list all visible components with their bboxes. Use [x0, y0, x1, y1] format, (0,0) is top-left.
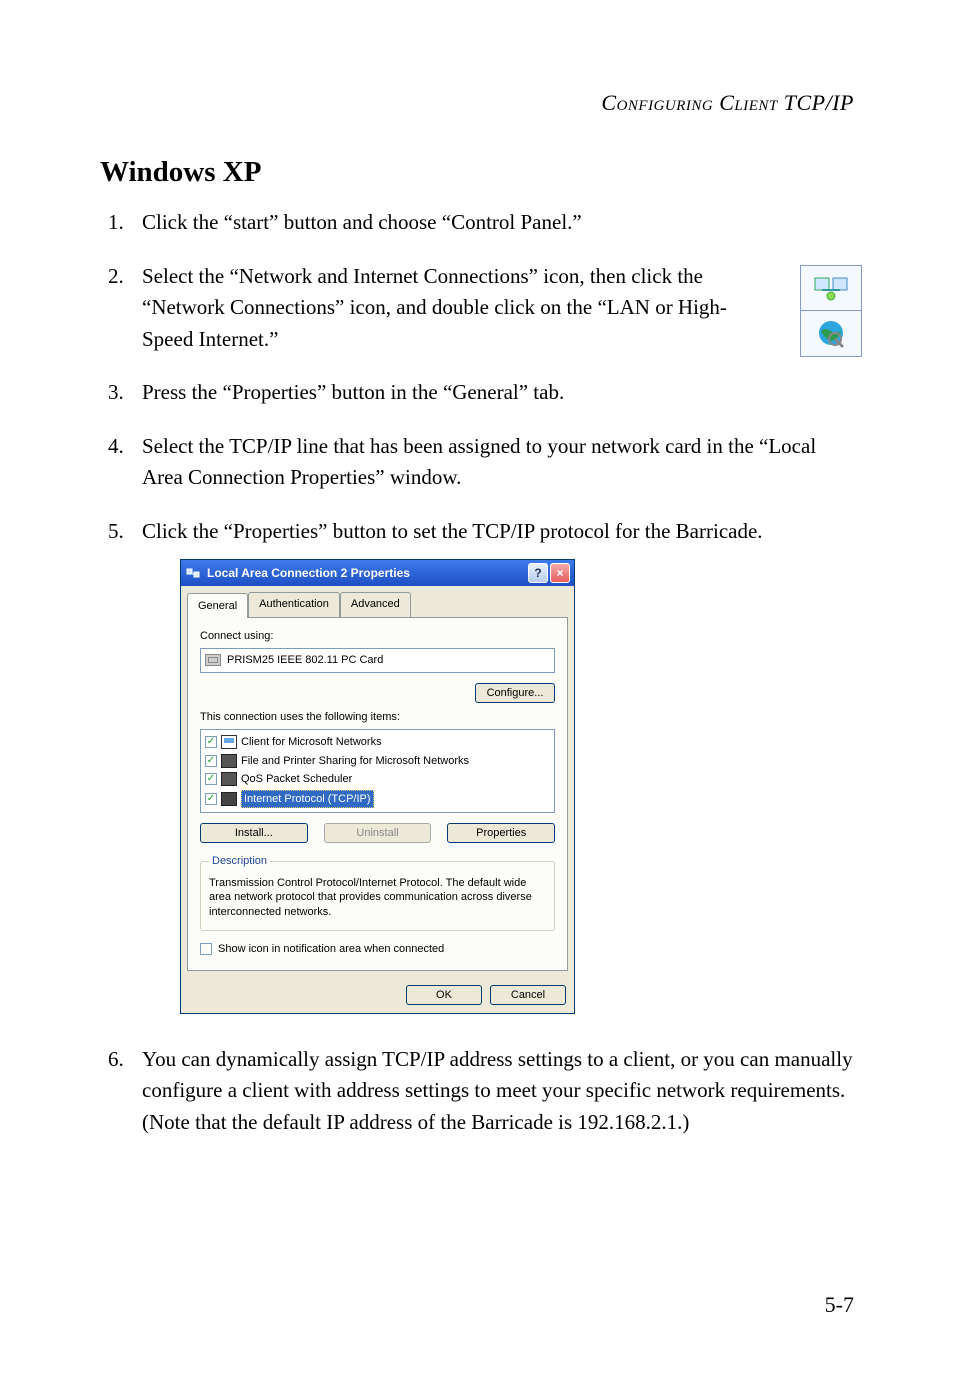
install-button[interactable]: Install...	[200, 823, 308, 843]
tab-general[interactable]: General	[187, 593, 248, 618]
dialog-icon	[185, 565, 201, 581]
service-icon	[221, 735, 237, 749]
adapter-icon	[205, 654, 221, 666]
item-label: Internet Protocol (TCP/IP)	[241, 790, 374, 809]
close-button[interactable]: ×	[550, 563, 570, 583]
cancel-button[interactable]: Cancel	[490, 985, 566, 1005]
step-6-number: 6.	[108, 1044, 124, 1076]
adapter-name: PRISM25 IEEE 802.11 PC Card	[227, 652, 383, 669]
item-label: QoS Packet Scheduler	[241, 771, 352, 788]
service-icon	[221, 792, 237, 806]
step-3-text: Press the “Properties” button in the “Ge…	[142, 380, 564, 404]
list-item[interactable]: ✓ File and Printer Sharing for Microsoft …	[203, 752, 552, 771]
dialog-titlebar: Local Area Connection 2 Properties ? ×	[181, 560, 574, 586]
help-button[interactable]: ?	[528, 563, 548, 583]
step-4-number: 4.	[108, 431, 124, 463]
control-panel-icons	[800, 265, 862, 357]
step-1-number: 1.	[108, 207, 124, 239]
step-5-text: Click the “Properties” button to set the…	[142, 519, 763, 543]
dialog-footer: OK Cancel	[181, 977, 574, 1013]
configure-button[interactable]: Configure...	[475, 683, 555, 703]
lac-properties-dialog: Local Area Connection 2 Properties ? × G…	[180, 559, 575, 1014]
step-3: 3.Press the “Properties” button in the “…	[142, 377, 854, 409]
step-5: 5. Click the “Properties” button to set …	[142, 516, 854, 1014]
item-label: File and Printer Sharing for Microsoft N…	[241, 753, 469, 770]
step-2-number: 2.	[108, 261, 124, 293]
running-header: Configuring Client TCP/IP	[100, 90, 854, 116]
adapter-field: PRISM25 IEEE 802.11 PC Card	[200, 648, 555, 673]
show-icon-label: Show icon in notification area when conn…	[218, 941, 444, 958]
step-6: 6.You can dynamically assign TCP/IP addr…	[142, 1044, 854, 1139]
step-6-text: You can dynamically assign TCP/IP addres…	[142, 1047, 853, 1134]
step-4: 4.Select the TCP/IP line that has been a…	[142, 431, 854, 494]
dialog-title: Local Area Connection 2 Properties	[207, 564, 526, 582]
show-icon-row[interactable]: ✓ Show icon in notification area when co…	[200, 941, 555, 958]
list-item[interactable]: ✓ QoS Packet Scheduler	[203, 770, 552, 789]
step-4-text: Select the TCP/IP line that has been ass…	[142, 434, 816, 490]
checkbox-icon[interactable]: ✓	[205, 736, 217, 748]
step-1: 1.Click the “start” button and choose “C…	[142, 207, 854, 239]
checkbox-icon[interactable]: ✓	[205, 773, 217, 785]
description-group: Description Transmission Control Protoco…	[200, 853, 555, 931]
dialog-tabs: General Authentication Advanced	[181, 586, 574, 617]
step-1-text: Click the “start” button and choose “Con…	[142, 210, 582, 234]
description-text: Transmission Control Protocol/Internet P…	[209, 876, 546, 921]
show-icon-checkbox[interactable]: ✓	[200, 943, 212, 955]
page-number: 5-7	[825, 1292, 854, 1318]
description-legend: Description	[209, 853, 270, 870]
tab-authentication[interactable]: Authentication	[248, 592, 340, 617]
step-3-number: 3.	[108, 377, 124, 409]
items-label: This connection uses the following items…	[200, 709, 555, 726]
list-item[interactable]: ✓ Client for Microsoft Networks	[203, 733, 552, 752]
service-icon	[221, 754, 237, 768]
tab-advanced[interactable]: Advanced	[340, 592, 411, 617]
items-listbox[interactable]: ✓ Client for Microsoft Networks ✓ File and…	[200, 729, 555, 813]
uninstall-button: Uninstall	[324, 823, 432, 843]
service-icon	[221, 772, 237, 786]
network-connections-icon	[801, 266, 861, 311]
section-heading: Windows XP	[100, 156, 854, 189]
properties-button[interactable]: Properties	[447, 823, 555, 843]
step-2: 2. Select the “Network and Internet Conn…	[142, 261, 854, 356]
connect-using-label: Connect using:	[200, 628, 555, 645]
checkbox-icon[interactable]: ✓	[205, 755, 217, 767]
internet-options-icon	[801, 311, 861, 356]
tab-panel-general: Connect using: PRISM25 IEEE 802.11 PC Ca…	[187, 617, 568, 971]
ok-button[interactable]: OK	[406, 985, 482, 1005]
list-item[interactable]: ✓ Internet Protocol (TCP/IP)	[203, 789, 552, 810]
item-label: Client for Microsoft Networks	[241, 734, 382, 751]
step-5-number: 5.	[108, 516, 124, 548]
step-2-text: Select the “Network and Internet Connect…	[142, 264, 727, 351]
checkbox-icon[interactable]: ✓	[205, 793, 217, 805]
